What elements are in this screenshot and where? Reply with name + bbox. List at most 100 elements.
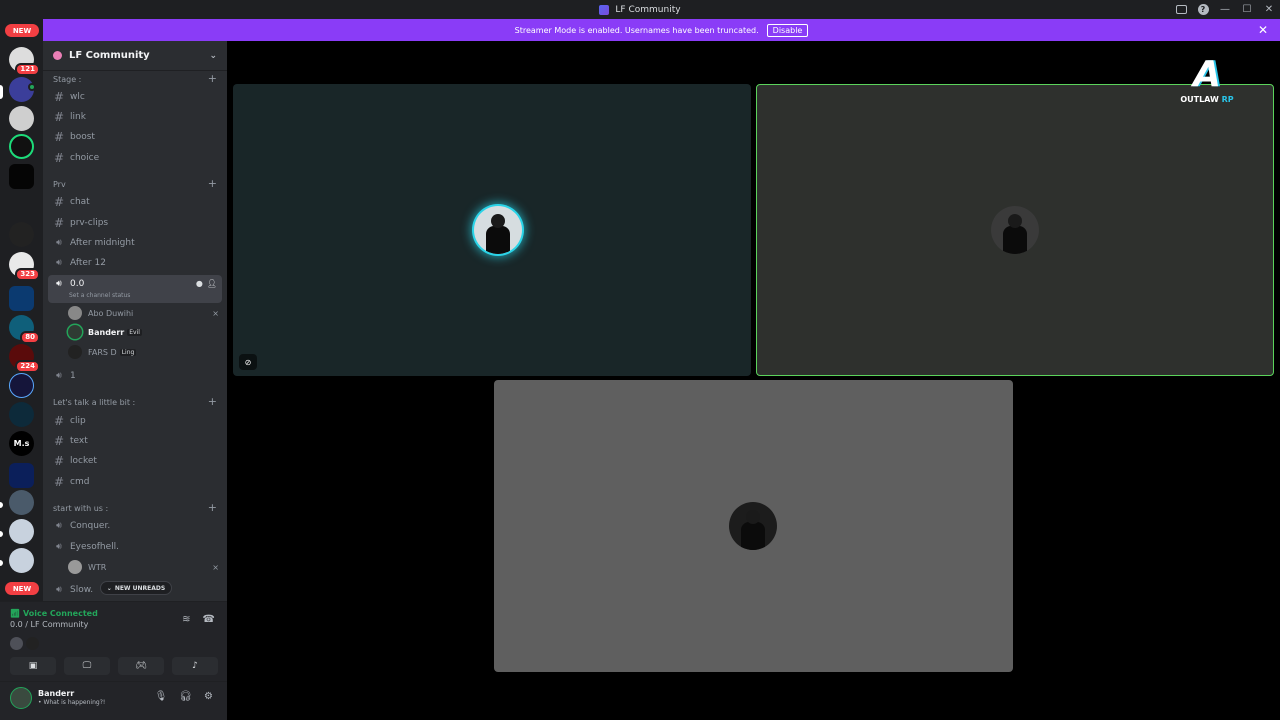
new-unreads-button[interactable]: ⌄ NEW UNREADS bbox=[100, 581, 172, 595]
new-unreads-pill-top[interactable]: NEW bbox=[5, 24, 39, 37]
channel-label: 0.0 bbox=[70, 279, 85, 289]
category-label: Stage : bbox=[53, 75, 82, 84]
minimize-button[interactable]: — bbox=[1214, 0, 1236, 19]
voice-channel-conquer[interactable]: 🔊︎ Conquer. bbox=[48, 516, 222, 536]
user-avatar[interactable] bbox=[10, 687, 32, 709]
invite-icon[interactable]: 👤︎ bbox=[207, 279, 217, 288]
noise-suppression-icon[interactable]: ≋ bbox=[182, 614, 190, 625]
server-icon[interactable]: 323 bbox=[9, 252, 40, 281]
category-prv[interactable]: Prv + bbox=[53, 178, 217, 189]
server-icon[interactable] bbox=[9, 77, 36, 102]
channel-label: wlc bbox=[70, 92, 85, 102]
chevron-down-icon[interactable]: ⌄ bbox=[209, 51, 217, 61]
close-banner-icon[interactable]: ✕ bbox=[1258, 23, 1268, 37]
avatar bbox=[68, 560, 82, 574]
video-tile[interactable]: ⊘ bbox=[233, 84, 751, 376]
user-name[interactable]: Banderr bbox=[38, 689, 74, 698]
channel-label: text bbox=[70, 436, 88, 446]
voice-channel-active[interactable]: 🔊︎ 0.0 Set a channel status ● 👤︎ bbox=[48, 275, 222, 303]
channel-locket[interactable]: # locket bbox=[48, 451, 222, 471]
server-icon[interactable] bbox=[9, 222, 34, 247]
user-tag: Ling bbox=[119, 348, 137, 356]
voice-channel-eyesofhell[interactable]: 🔊︎ Eyesofhell. bbox=[48, 537, 222, 557]
channel-text[interactable]: # text bbox=[48, 431, 222, 451]
activities-button[interactable]: 🎮︎ bbox=[118, 657, 164, 675]
channel-link[interactable]: # link bbox=[48, 107, 222, 127]
voice-user[interactable]: Banderr Evil bbox=[68, 323, 219, 341]
speaker-icon: 🔊︎ bbox=[56, 542, 62, 552]
status-dot bbox=[28, 83, 36, 91]
channel-choice[interactable]: # choice bbox=[48, 148, 222, 168]
participant-avatar bbox=[10, 637, 23, 650]
voice-user[interactable]: Abo Duwihi ⨯ bbox=[68, 304, 219, 322]
new-unreads-pill-bottom[interactable]: NEW bbox=[5, 582, 39, 595]
add-channel-icon[interactable]: + bbox=[208, 502, 217, 513]
category-label: Prv bbox=[53, 180, 66, 189]
add-channel-icon[interactable]: + bbox=[208, 73, 217, 84]
soundboard-button[interactable]: ♪ bbox=[172, 657, 218, 675]
channel-label: After 12 bbox=[70, 258, 106, 268]
maximize-button[interactable]: ☐ bbox=[1236, 0, 1258, 19]
server-icon[interactable] bbox=[9, 164, 34, 189]
video-tile-active[interactable] bbox=[756, 84, 1274, 376]
inbox-icon[interactable] bbox=[1170, 0, 1192, 19]
server-icon[interactable] bbox=[9, 106, 34, 131]
server-icon[interactable] bbox=[9, 402, 34, 427]
voice-connected-status[interactable]: 📶︎ Voice Connected bbox=[10, 609, 98, 618]
screen-share-button[interactable]: 🖵︎ bbox=[64, 657, 110, 675]
hash-icon: # bbox=[53, 475, 65, 489]
hash-icon: # bbox=[53, 151, 65, 165]
window-title: LF Community bbox=[599, 4, 681, 15]
logo-text: OUTLAW bbox=[1180, 95, 1219, 104]
channel-chat[interactable]: # chat bbox=[48, 192, 222, 212]
add-channel-icon[interactable]: + bbox=[208, 396, 217, 407]
voice-channel-after-12[interactable]: 🔊︎ After 12 bbox=[48, 253, 222, 273]
server-icon[interactable]: 80 bbox=[9, 315, 40, 344]
channel-label: Slow. bbox=[70, 585, 94, 595]
video-tile[interactable] bbox=[494, 380, 1013, 672]
channel-clip[interactable]: # clip bbox=[48, 411, 222, 431]
voice-user[interactable]: FARS D Ling bbox=[68, 343, 219, 361]
disconnect-icon[interactable]: ☎︎ bbox=[203, 614, 215, 625]
headphones-icon[interactable]: 🎧︎ bbox=[179, 691, 192, 702]
category-stage[interactable]: Stage : + bbox=[53, 73, 217, 84]
category-talk[interactable]: Let's talk a little bit : + bbox=[53, 396, 217, 407]
speaker-icon: 🔊︎ bbox=[56, 521, 62, 531]
server-icon-ms[interactable]: M.s bbox=[9, 431, 34, 456]
avatar bbox=[68, 345, 82, 359]
window-title-text: LF Community bbox=[615, 4, 681, 15]
folder-icon[interactable] bbox=[9, 286, 34, 311]
help-icon[interactable]: ? bbox=[1192, 0, 1214, 19]
server-header[interactable]: LF Community ⌄ bbox=[43, 41, 227, 71]
channel-prv-clips[interactable]: # prv-clips bbox=[48, 213, 222, 233]
voice-channel-path[interactable]: 0.0 / LF Community bbox=[10, 620, 88, 629]
gear-icon[interactable]: ⚙︎ bbox=[204, 691, 213, 702]
close-window-button[interactable]: ✕ bbox=[1258, 0, 1280, 19]
hash-icon: # bbox=[53, 216, 65, 230]
user-panel: Banderr • What is happening?! 🎙︎ 🎧︎ ⚙︎ bbox=[0, 681, 227, 720]
server-icon[interactable] bbox=[9, 519, 34, 544]
channel-wlc[interactable]: # wlc bbox=[48, 87, 222, 107]
server-icon[interactable] bbox=[9, 134, 34, 159]
channel-status[interactable]: Set a channel status bbox=[69, 292, 130, 299]
voice-user[interactable]: WTR ⨯ bbox=[68, 558, 219, 576]
category-start[interactable]: start with us : + bbox=[53, 502, 217, 513]
voice-channel-1[interactable]: 🔊︎ 1 bbox=[48, 366, 222, 386]
server-icon[interactable] bbox=[9, 548, 34, 573]
folder-icon[interactable] bbox=[9, 463, 34, 488]
server-name: LF Community bbox=[69, 50, 150, 61]
server-icon[interactable] bbox=[9, 490, 34, 515]
banner-message: Streamer Mode is enabled. Usernames have… bbox=[514, 25, 759, 35]
microphone-icon[interactable]: 🎙︎ bbox=[155, 691, 168, 702]
server-icon[interactable]: 121 bbox=[9, 47, 40, 76]
channel-boost[interactable]: # boost bbox=[48, 127, 222, 147]
voice-channel-after-midnight[interactable]: 🔊︎ After midnight bbox=[48, 233, 222, 253]
channel-cmd[interactable]: # cmd bbox=[48, 472, 222, 492]
disable-streamer-mode-button[interactable]: Disable bbox=[766, 23, 809, 37]
server-icon[interactable]: 224 bbox=[9, 344, 40, 373]
channel-label: link bbox=[70, 112, 86, 122]
add-channel-icon[interactable]: + bbox=[208, 178, 217, 189]
camera-toggle-button[interactable]: ▣ bbox=[10, 657, 56, 675]
server-icon[interactable] bbox=[9, 373, 34, 398]
chat-bubble-icon[interactable]: ● bbox=[196, 279, 203, 288]
